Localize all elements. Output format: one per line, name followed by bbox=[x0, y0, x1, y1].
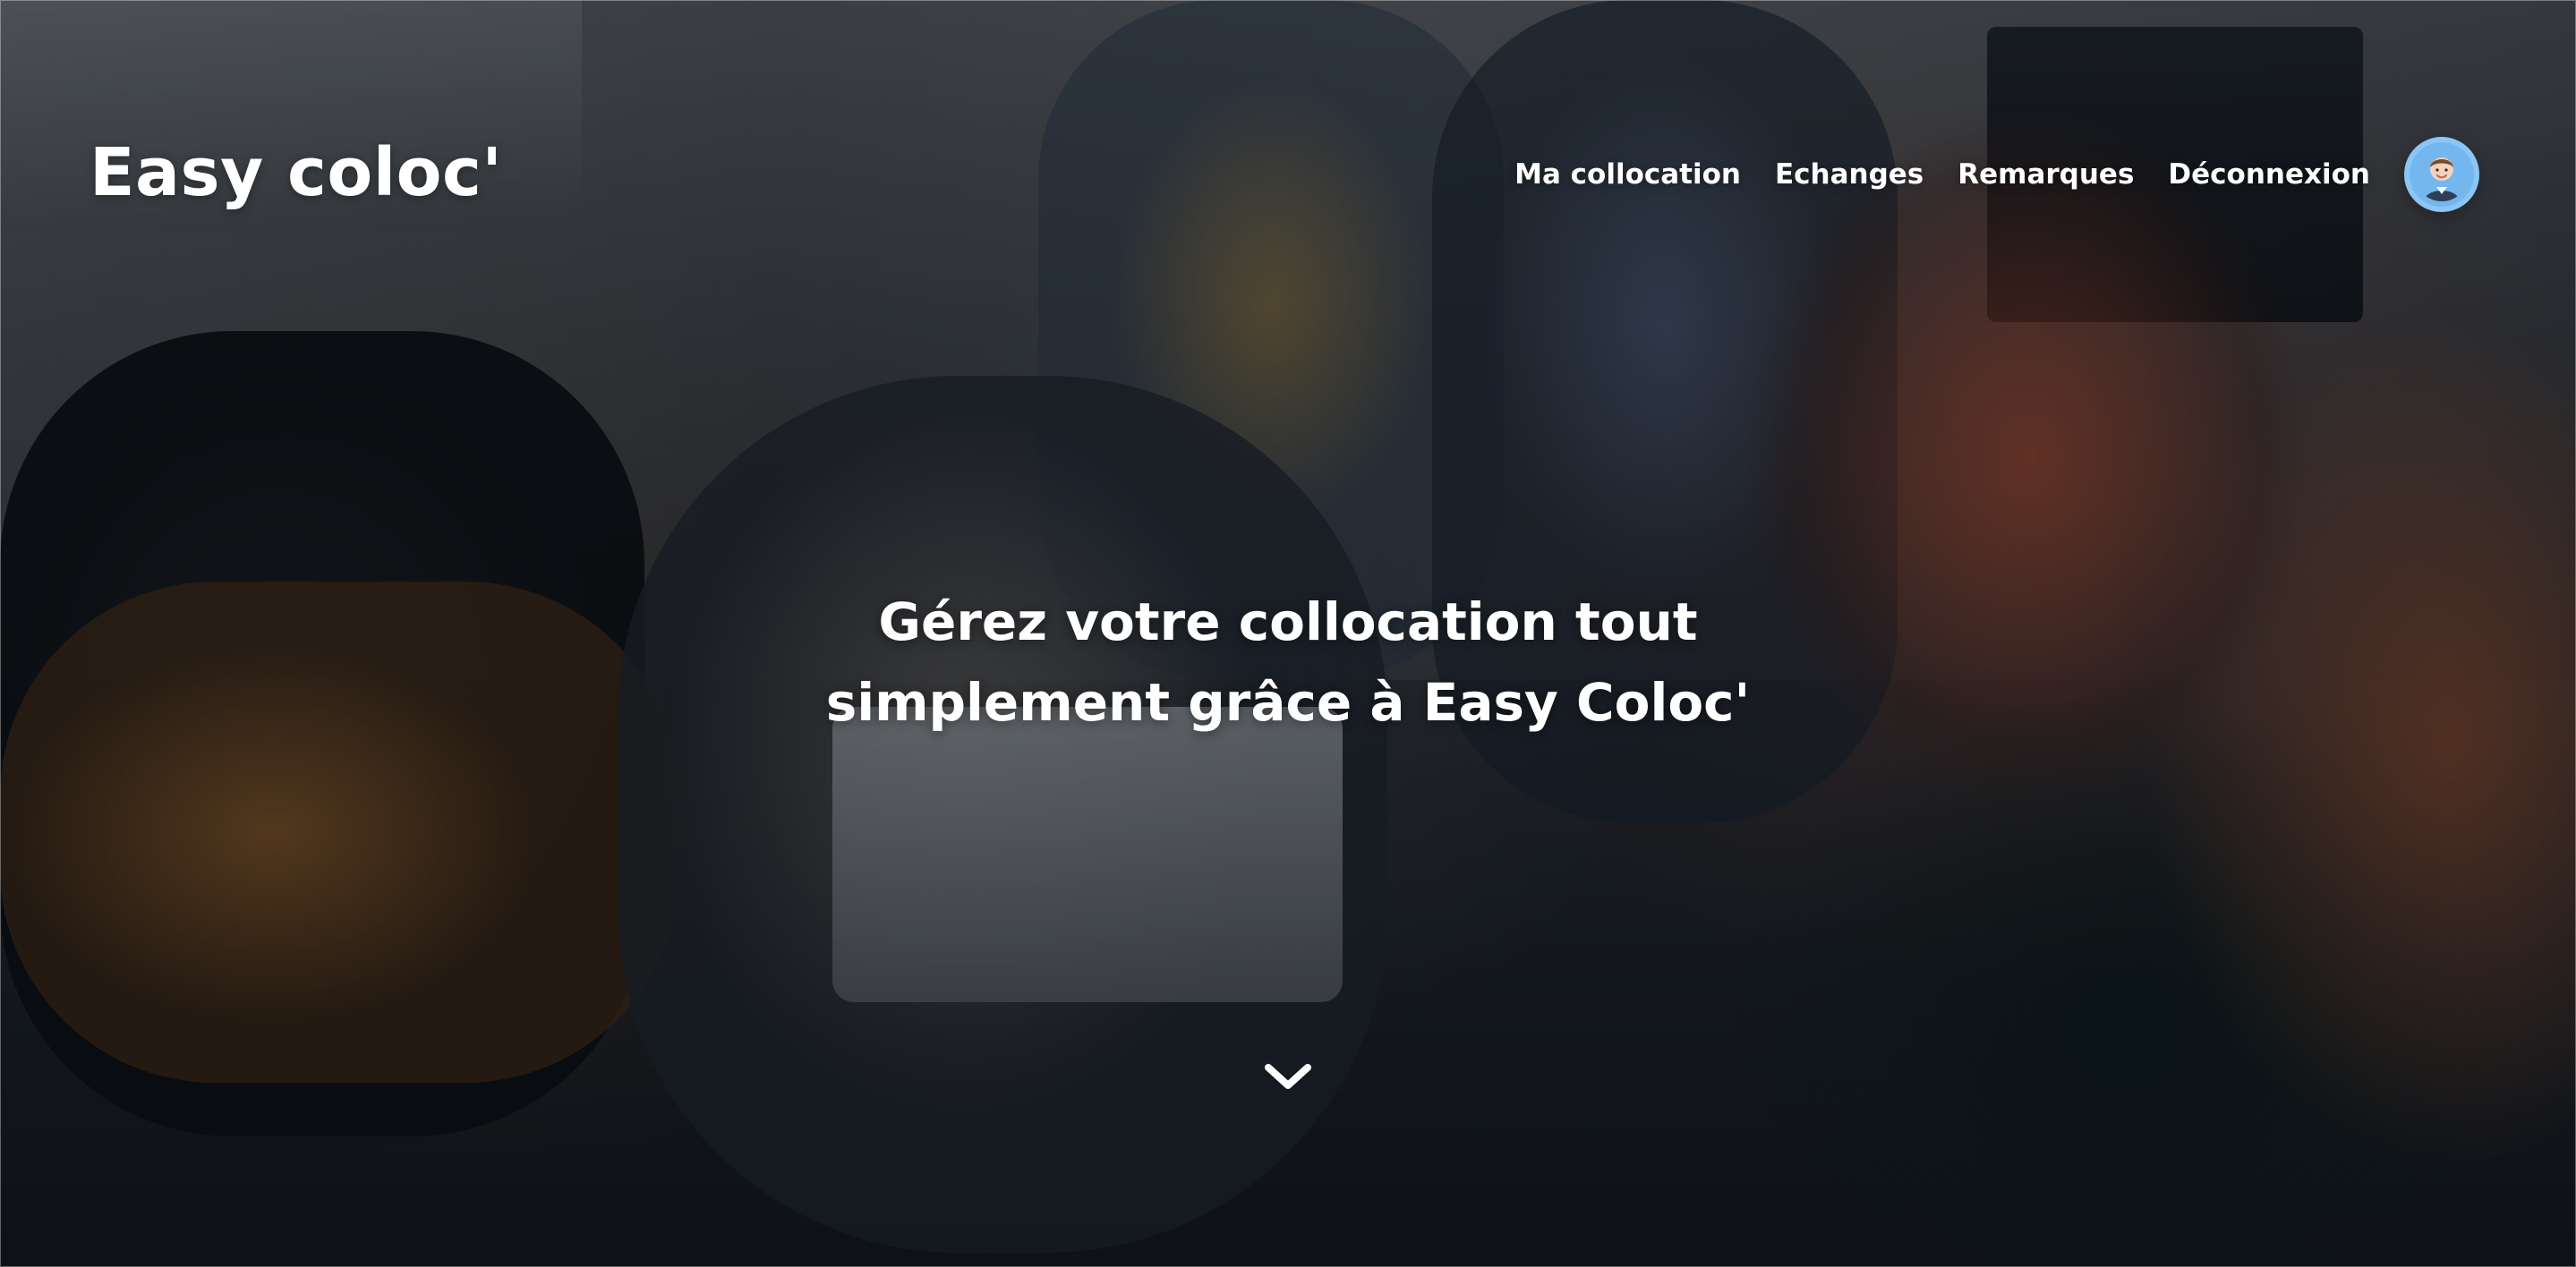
nav-deconnexion[interactable]: Déconnexion bbox=[2168, 158, 2370, 191]
nav-ma-collocation[interactable]: Ma collocation bbox=[1514, 158, 1741, 191]
user-avatar-icon bbox=[2415, 148, 2469, 201]
scroll-down-button[interactable] bbox=[1261, 1059, 1315, 1094]
hero-section: Easy coloc' Ma collocation Echanges Rema… bbox=[0, 0, 2576, 1267]
top-navigation: Ma collocation Echanges Remarques Déconn… bbox=[1514, 134, 2479, 215]
nav-remarques[interactable]: Remarques bbox=[1958, 158, 2134, 191]
nav-echanges[interactable]: Echanges bbox=[1775, 158, 1923, 191]
site-logo[interactable]: Easy coloc' bbox=[90, 134, 502, 211]
user-avatar[interactable] bbox=[2404, 137, 2479, 212]
chevron-down-icon bbox=[1261, 1064, 1315, 1098]
